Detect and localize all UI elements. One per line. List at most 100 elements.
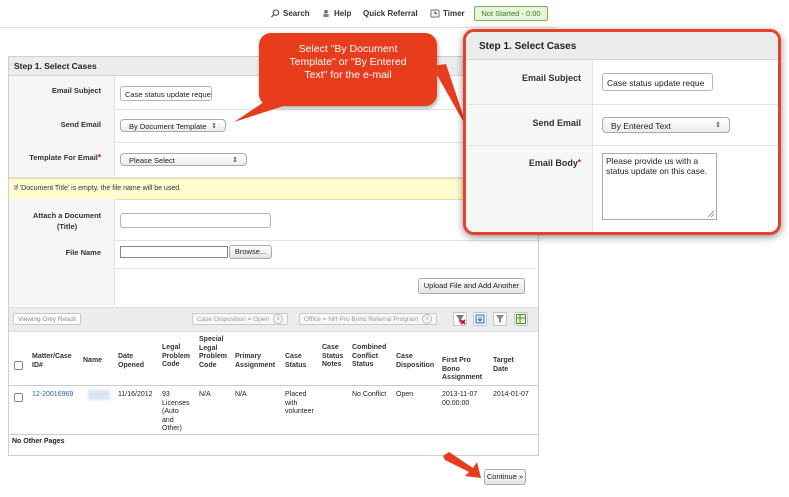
template-label-text: Template For Email (29, 153, 98, 162)
document-title-input[interactable] (120, 213, 271, 228)
col-header-id[interactable]: Matter/Case ID# (32, 353, 72, 370)
info-note: If 'Document Title' is empty, the file n… (9, 178, 538, 200)
select-arrows-icon: ⇕ (232, 157, 238, 164)
col-header-special-legal[interactable]: Special Legal Problem Code (199, 336, 227, 370)
col-header-conflict[interactable]: Combined Conflict Status (352, 344, 386, 370)
clock-icon (430, 9, 440, 18)
filter-chip-disposition-label: Case Disposition = Open (197, 316, 270, 323)
th-line: Matter/Case (32, 353, 72, 360)
search-link[interactable]: Search (270, 9, 310, 18)
spreadsheet-button[interactable] (514, 312, 528, 326)
section-title: Step 1. Select Cases (14, 61, 97, 71)
filter-chip-disposition[interactable]: Case Disposition = Open x (192, 313, 289, 325)
zoom-popup-panel: Step 1. Select Cases Email Subject Case … (463, 29, 781, 235)
help-link[interactable]: Help (321, 9, 351, 18)
template-value: Please Select (129, 156, 175, 165)
th-line: Problem (199, 353, 228, 360)
help-label: Help (334, 9, 352, 18)
resize-handle-icon[interactable] (707, 210, 715, 218)
td-line: volunteer (285, 408, 314, 415)
popup-email-body-label-text: Email Body (528, 158, 578, 168)
filter-chip-office[interactable]: Office = NH Pro Bono Referral Program x (299, 313, 438, 325)
date-opened-cell: 11/16/2012 (118, 391, 153, 398)
popup-send-email-label: Send Email (532, 118, 581, 128)
clear-filter-button[interactable] (453, 312, 467, 326)
legal-problem-cell: 93 Licenses (Auto and Other) (162, 391, 190, 434)
col-header-date-opened[interactable]: Date Opened (118, 353, 144, 370)
send-email-select[interactable]: By Document Template ⇕ (120, 119, 226, 132)
required-marker: * (577, 158, 581, 167)
filter-button[interactable] (493, 312, 507, 326)
attach-label: Attach a Document (Title) (9, 211, 113, 231)
td-line: 2013-11-07 (442, 391, 478, 398)
col-header-primary[interactable]: Primary Assignment (235, 353, 275, 370)
send-email-value: By Document Template (129, 122, 207, 131)
th-line: Status (322, 352, 344, 360)
th-line: Disposition (396, 361, 435, 369)
timer-link[interactable]: Timer (430, 9, 465, 18)
pagination-note: No Other Pages (12, 438, 65, 445)
popup-email-subject-label: Email Subject (521, 73, 581, 83)
col-header-legal-problem[interactable]: Legal Problem Code (162, 344, 190, 370)
file-path-input[interactable] (120, 246, 228, 258)
popup-title: Step 1. Select Cases (479, 41, 577, 52)
case-status-cell: Placed with volunteer (285, 391, 314, 417)
disposition-cell: Open (396, 391, 414, 398)
popup-send-email-row: Send Email By Entered Text ⇕ (466, 105, 778, 146)
remove-filter-icon[interactable]: x (273, 314, 284, 325)
special-legal-cell: N/A (199, 391, 211, 398)
case-id-link[interactable]: 12-20016969 (32, 391, 73, 400)
target-date-cell: 2014-01-07 (493, 391, 529, 398)
col-header-status-notes[interactable]: Case Status Notes (322, 344, 343, 370)
popup-send-email-value: By Entered Text (611, 121, 671, 131)
popup-send-email-select[interactable]: By Entered Text ⇕ (602, 117, 730, 133)
th-line: Problem (162, 352, 191, 360)
th-line: Notes (322, 361, 342, 368)
th-line: Combined (352, 344, 387, 351)
row-checkbox[interactable] (14, 393, 23, 402)
filter-icon (496, 315, 504, 323)
td-line: Other) (162, 425, 182, 432)
th-line: Name (83, 357, 103, 364)
th-line: Code (162, 361, 180, 368)
filter-chip-office-label: Office = NH Pro Bono Referral Program (304, 316, 419, 323)
col-header-disposition[interactable]: Case Disposition (396, 353, 434, 370)
primary-cell: N/A (235, 391, 247, 398)
export-button[interactable] (473, 312, 487, 326)
template-select[interactable]: Please Select ⇕ (120, 153, 247, 166)
col-header-target[interactable]: Target Date (493, 357, 514, 374)
label-cell (9, 268, 115, 306)
search-icon (270, 9, 280, 18)
quick-referral-link[interactable]: Quick Referral (363, 9, 418, 18)
conflict-cell: No Conflict (352, 391, 387, 398)
viewing-only-result-button[interactable]: Viewing Only Result (13, 313, 82, 325)
send-email-label: Send Email (60, 120, 101, 129)
select-all-checkbox[interactable] (14, 361, 23, 370)
col-header-case-status[interactable]: Case Status (285, 353, 306, 370)
th-line: Special (199, 336, 224, 343)
upload-add-another-button[interactable]: Upload File and Add Another (418, 278, 525, 294)
browse-button[interactable]: Browse... (229, 245, 272, 259)
quick-referral-label: Quick Referral (363, 9, 418, 18)
col-header-first-pro-bono[interactable]: First Pro Bono Assignment (442, 357, 482, 383)
timer-status-button[interactable]: Not Started - 0:00 (474, 6, 548, 21)
th-line: ID# (32, 361, 43, 369)
th-line: Opened (118, 361, 145, 369)
email-subject-input[interactable]: Case status update reque (120, 86, 212, 101)
remove-filter-icon[interactable]: x (422, 314, 433, 325)
th-line: First Pro (442, 357, 471, 364)
th-line: Case (396, 353, 413, 360)
info-note-text: If 'Document Title' is empty, the file n… (14, 185, 182, 192)
continue-button[interactable]: Continue » (484, 469, 526, 485)
table-row: 12-20016969 11/16/2012 93 Licenses (Auto an… (9, 386, 538, 435)
filter-bar: Viewing Only Result Case Disposition = O… (9, 307, 538, 332)
popup-email-body-textarea[interactable]: Please provide us with a status update o… (602, 153, 717, 220)
top-toolbar: Search Help Quick Referral Timer Not Sta… (0, 0, 555, 28)
redacted-name (88, 390, 110, 400)
col-header-name[interactable]: Name (83, 357, 102, 366)
th-line: Status (352, 361, 374, 368)
attach-row: Attach a Document (Title) (9, 199, 538, 241)
template-row: Template For Email* Please Select ⇕ (9, 142, 538, 178)
td-line: with (285, 399, 298, 407)
popup-email-subject-input[interactable]: Case status update reque (602, 73, 713, 91)
